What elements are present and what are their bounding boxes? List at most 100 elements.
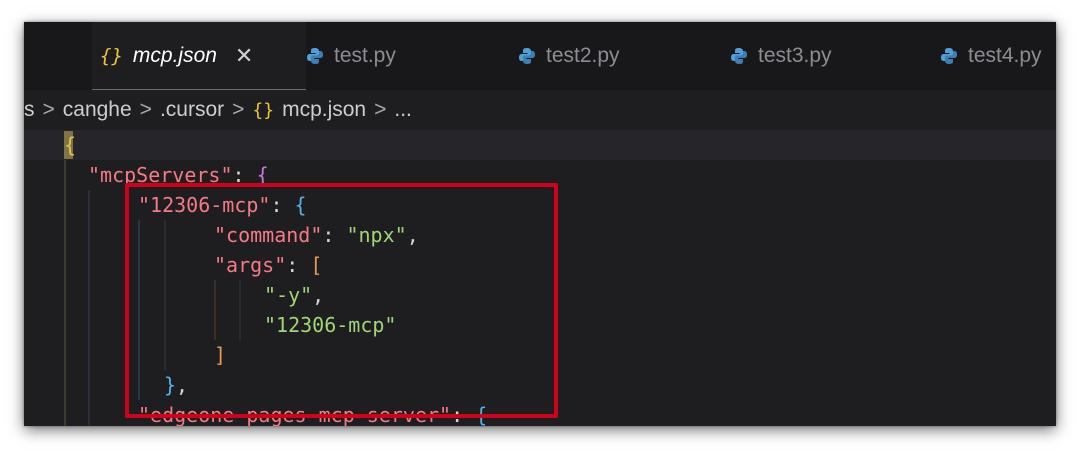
open-brace: { (475, 403, 488, 426)
code-text: "12306-mcp": { (138, 190, 307, 220)
open-brace: { (256, 163, 269, 187)
indent-guide (88, 250, 90, 280)
json-key: "mcpServers" (88, 163, 233, 187)
indent-guide (164, 280, 166, 310)
python-icon (731, 48, 747, 64)
json-string: "npx" (346, 223, 407, 247)
colon: : (270, 193, 295, 217)
indent-guide (64, 220, 66, 250)
indent-guide (239, 280, 241, 310)
python-icon (941, 48, 957, 64)
indent-guide (64, 310, 66, 340)
tab-label: test4.py (968, 44, 1042, 67)
colon: : (451, 403, 476, 426)
json-key: "args" (214, 253, 287, 277)
indent-guide (164, 250, 166, 280)
tab-label: test3.py (758, 44, 832, 67)
code-line[interactable]: "edgeone-pages-mcp-server": { (24, 400, 1056, 426)
code-editor[interactable]: { "mcpServers": { "12306-mcp": { "comman… (24, 130, 1056, 426)
json-key: "edgeone-pages-mcp-server" (138, 403, 452, 426)
breadcrumb-item[interactable]: s (24, 98, 35, 122)
code-text: "-y", (264, 280, 324, 310)
tab-test4-py[interactable]: test4.py (940, 22, 1056, 90)
indent-guide (164, 340, 166, 370)
code-line[interactable]: "12306-mcp" (24, 310, 1056, 340)
colon: : (232, 163, 257, 187)
indent-guide (138, 220, 140, 250)
indent-guide (239, 310, 241, 340)
comma: , (312, 283, 325, 307)
indent-guide (88, 220, 90, 250)
code-line[interactable]: "12306-mcp": { (24, 190, 1056, 220)
code-text: "mcpServers": { (88, 160, 269, 190)
open-brace: { (64, 133, 77, 157)
breadcrumb-item-canghe[interactable]: canghe (63, 98, 132, 122)
json-braces-icon: {} (252, 99, 275, 121)
json-key: "12306-mcp" (138, 193, 271, 217)
indent-guide (164, 310, 166, 340)
tab-label: test2.py (546, 44, 620, 67)
code-line[interactable]: ] (24, 340, 1056, 370)
python-icon (307, 48, 323, 64)
indent-guide (138, 370, 140, 400)
chevron-right-icon: > (42, 98, 55, 121)
json-string: "-y" (264, 283, 313, 307)
indent-guide (138, 250, 140, 280)
indent-guide (64, 160, 66, 190)
code-text: "12306-mcp" (264, 310, 396, 340)
tab-test3-py[interactable]: test3.py (730, 22, 930, 90)
indent-guide (88, 190, 90, 220)
open-bracket: [ (310, 253, 323, 277)
indent-guide (214, 280, 216, 310)
json-braces-icon: {} (100, 45, 123, 67)
json-key: "command" (214, 223, 323, 247)
code-line[interactable]: { (24, 130, 1056, 160)
indent-guide (64, 400, 66, 426)
indent-guide (88, 370, 90, 400)
code-line[interactable]: "-y", (24, 280, 1056, 310)
indent-guide (64, 370, 66, 400)
indent-guide (64, 280, 66, 310)
indent-guide (138, 280, 140, 310)
chevron-right-icon: > (232, 98, 245, 121)
tab-bar: {} mcp.json ✕ test.py test2.py test3.py (24, 22, 1056, 90)
indent-guide (138, 340, 140, 370)
code-text: }, (164, 370, 188, 400)
comma: , (406, 223, 419, 247)
breadcrumb-item-more[interactable]: ... (394, 98, 412, 122)
tab-label: mcp.json (132, 44, 217, 67)
json-string: "12306-mcp" (264, 313, 397, 337)
tab-mcp-json[interactable]: {} mcp.json ✕ (92, 22, 306, 90)
code-line[interactable]: "command": "npx", (24, 220, 1056, 250)
indent-guide (64, 250, 66, 280)
chevron-right-icon: > (139, 98, 152, 121)
indent-guide (64, 340, 66, 370)
close-icon[interactable]: ✕ (235, 43, 253, 69)
close-bracket: ] (214, 343, 227, 367)
chevron-right-icon: > (374, 98, 387, 121)
python-icon (519, 48, 535, 64)
code-line[interactable]: }, (24, 370, 1056, 400)
comma: , (176, 373, 189, 397)
close-brace: } (164, 373, 177, 397)
code-line[interactable]: "args": [ (24, 250, 1056, 280)
breadcrumb-item-mcp-json[interactable]: mcp.json (282, 98, 366, 122)
indent-guide (164, 220, 166, 250)
colon: : (286, 253, 311, 277)
indent-guide (88, 400, 90, 426)
breadcrumb: s > canghe > .cursor > {} mcp.json > ... (24, 90, 1056, 130)
code-text: "edgeone-pages-mcp-server": { (138, 400, 487, 426)
code-line[interactable]: "mcpServers": { (24, 160, 1056, 190)
open-brace: { (294, 193, 307, 217)
indent-guide (64, 190, 66, 220)
tab-test-py[interactable]: test.py (306, 22, 506, 90)
editor-window: {} mcp.json ✕ test.py test2.py test3.py (24, 22, 1056, 426)
indent-guide (88, 310, 90, 340)
code-text: "args": [ (214, 250, 322, 280)
indent-guide (214, 310, 216, 340)
indent-guide (88, 340, 90, 370)
code-text: "command": "npx", (214, 220, 419, 250)
indent-guide (88, 280, 90, 310)
tab-test2-py[interactable]: test2.py (518, 22, 718, 90)
breadcrumb-item-cursor[interactable]: .cursor (160, 98, 224, 122)
